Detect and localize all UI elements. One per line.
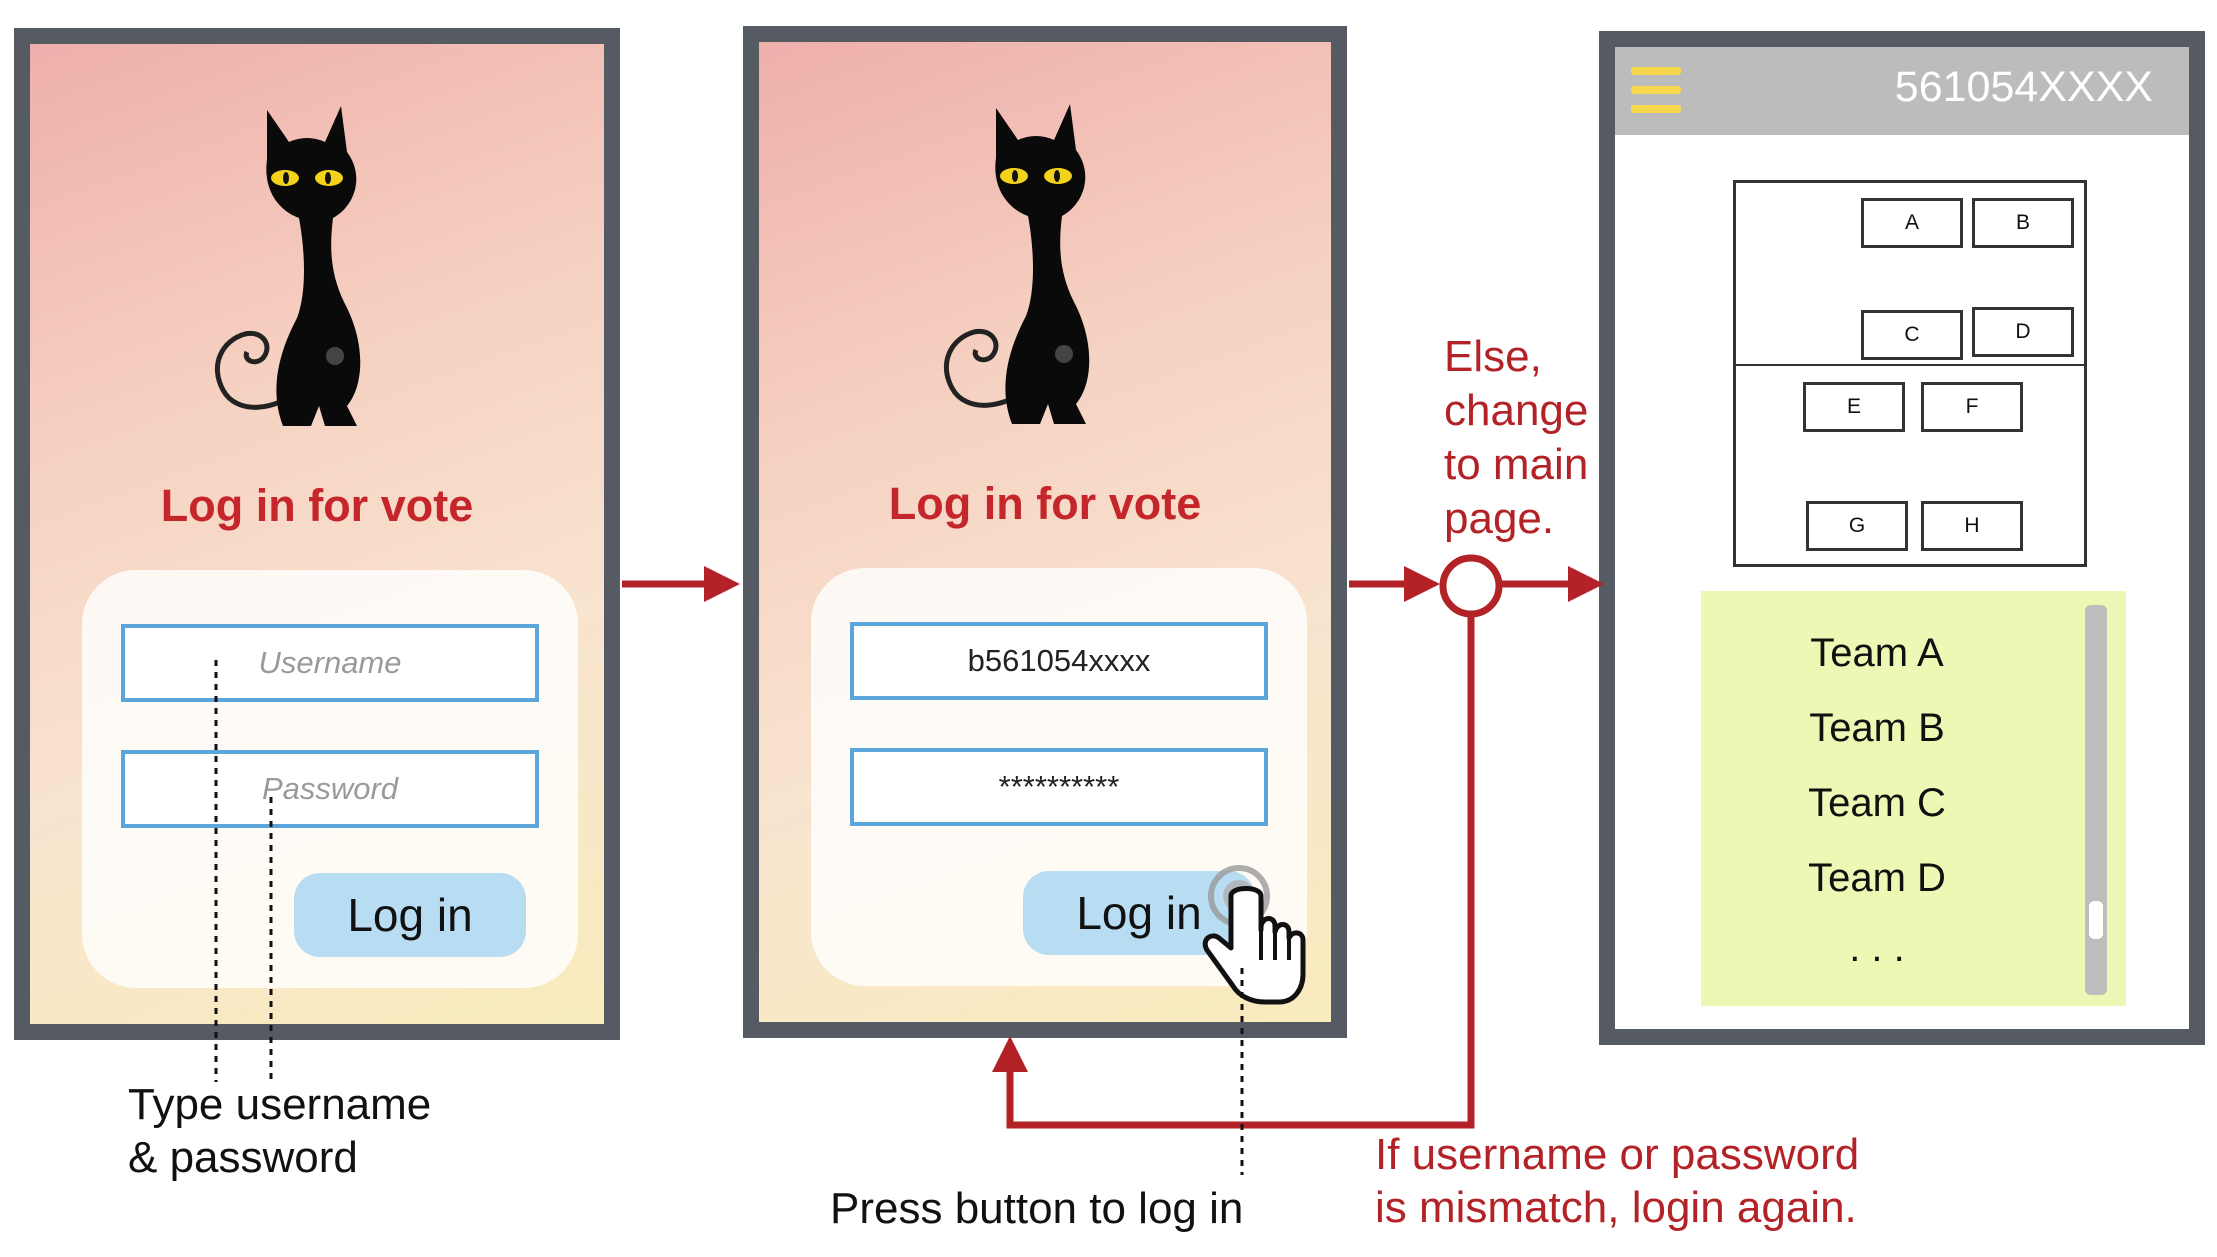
arrow-head xyxy=(1568,566,1604,602)
caption-line: & password xyxy=(128,1133,358,1182)
caption-press-button: Press button to log in xyxy=(830,1184,1244,1233)
caption-line: is mismatch, login again. xyxy=(1375,1183,1857,1232)
caption-type-credentials: Type username & password xyxy=(128,1078,431,1184)
arrow-head xyxy=(1404,566,1440,602)
caption-line: If username or password xyxy=(1375,1130,1860,1179)
caption-mismatch: If username or password is mismatch, log… xyxy=(1375,1128,1859,1234)
caption-line: page. xyxy=(1444,494,1555,543)
arrow-head xyxy=(704,566,740,602)
caption-line: Type username xyxy=(128,1080,432,1129)
flow-arrows xyxy=(214,554,1604,1175)
caption-line: to main xyxy=(1444,440,1589,489)
caption-line: Else, xyxy=(1444,332,1542,381)
caption-else-main-page: Else, change to main page. xyxy=(1444,330,1588,546)
arrow-head xyxy=(992,1036,1028,1072)
caption-line: change xyxy=(1444,386,1589,435)
arrow-retry-login xyxy=(1006,614,1475,1129)
decision-node xyxy=(1439,554,1503,618)
